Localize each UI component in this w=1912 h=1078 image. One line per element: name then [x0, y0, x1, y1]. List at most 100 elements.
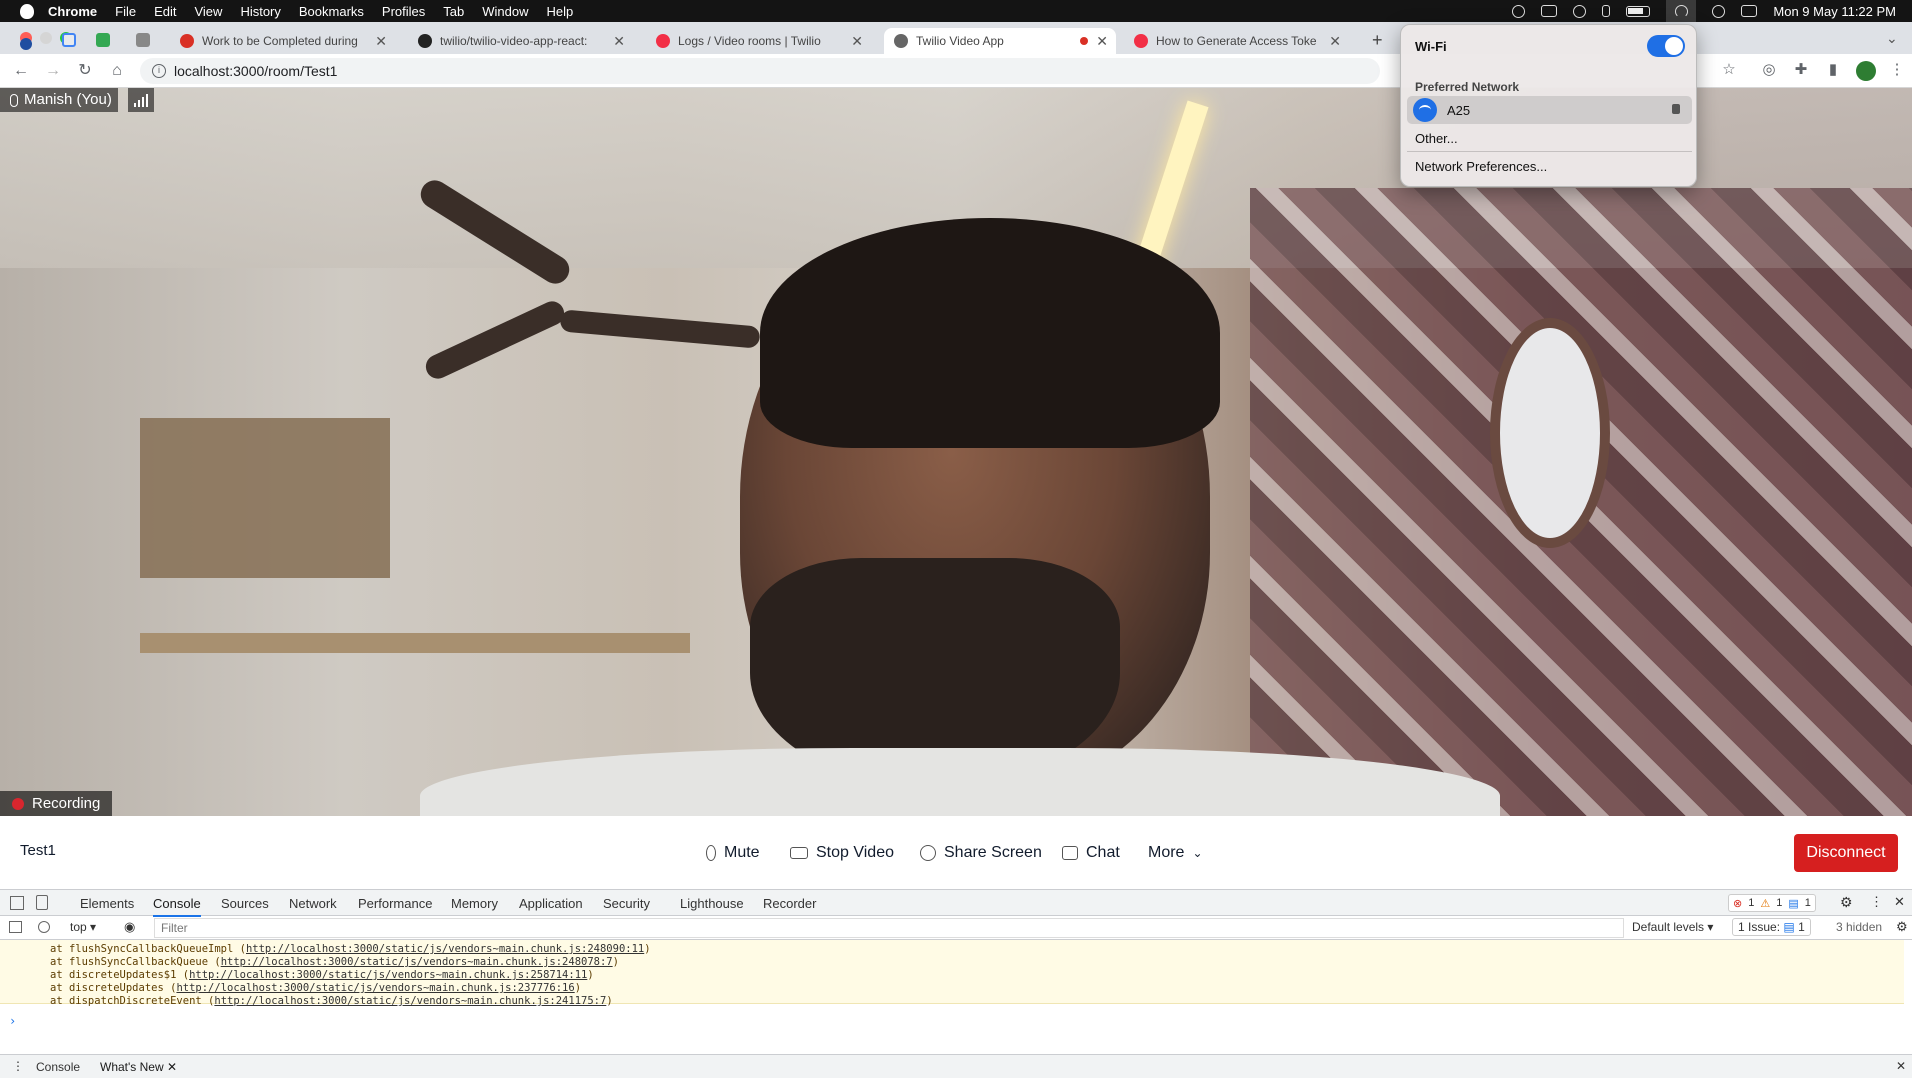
console-prompt-input[interactable]: ›	[9, 1014, 16, 1028]
network-quality-icon	[128, 88, 154, 112]
mute-button[interactable]: Mute	[706, 840, 760, 866]
devtools-tab-memory[interactable]: Memory	[451, 896, 498, 911]
vpn-icon[interactable]	[1573, 4, 1587, 18]
devtools-tab-performance[interactable]: Performance	[358, 896, 432, 911]
minimize-window-icon[interactable]	[40, 32, 52, 44]
source-link[interactable]: http://localhost:3000/static/js/vendors~…	[189, 969, 587, 981]
device-toolbar-icon[interactable]	[36, 895, 48, 910]
menu-history[interactable]: History	[240, 4, 280, 19]
menu-file[interactable]: File	[115, 4, 136, 19]
drawer-tab-console[interactable]: Console	[36, 1060, 80, 1074]
tab-close-icon[interactable]: ✕	[851, 33, 863, 50]
tab-close-icon[interactable]: ✕	[375, 33, 387, 50]
site-info-icon[interactable]: i	[152, 64, 166, 78]
apple-icon[interactable]	[20, 3, 34, 19]
clear-console-icon[interactable]	[38, 921, 50, 933]
devtools-tab-application[interactable]: Application	[519, 896, 583, 911]
chat-button[interactable]: Chat	[1062, 840, 1120, 866]
network-preferences-item[interactable]: Network Preferences...	[1415, 159, 1547, 174]
devtools-tab-sources[interactable]: Sources	[221, 896, 269, 911]
home-icon[interactable]: ⌂	[106, 60, 128, 82]
wifi-icon	[1413, 98, 1437, 122]
tab-search-icon[interactable]: ⌄	[1886, 30, 1898, 47]
console-settings-icon[interactable]: ⚙	[1896, 919, 1908, 935]
live-expression-eye-icon[interactable]: ◉	[124, 919, 135, 935]
devtools-tab-recorder[interactable]: Recorder	[763, 896, 816, 911]
battery-icon[interactable]	[1626, 5, 1651, 17]
extension-icon-1[interactable]: ◎	[1760, 61, 1778, 79]
console-sidebar-icon[interactable]	[9, 921, 22, 933]
video-background	[1490, 318, 1610, 548]
pinned-tab-icon-2[interactable]	[136, 33, 150, 47]
drawer-tab-whats-new[interactable]: What's New ✕	[100, 1060, 177, 1074]
close-icon[interactable]: ✕	[167, 1060, 177, 1074]
devtools-tab-security[interactable]: Security	[603, 896, 650, 911]
tab-close-icon[interactable]: ✕	[1096, 33, 1108, 50]
stop-video-button[interactable]: Stop Video	[790, 840, 894, 866]
devtools-menu-icon[interactable]: ⋮	[1870, 894, 1883, 910]
tab-close-icon[interactable]: ✕	[1329, 33, 1341, 50]
console-message-counts[interactable]: ⊗ 1 ⚠ 1 ▤ 1	[1728, 894, 1816, 912]
devtools-tab-network[interactable]: Network	[289, 896, 337, 911]
menu-window[interactable]: Window	[482, 4, 528, 19]
wifi-menubar-icon[interactable]	[1666, 0, 1697, 22]
network-item-a25[interactable]: A25	[1407, 96, 1692, 124]
control-center-icon[interactable]	[1741, 5, 1758, 17]
source-link[interactable]: http://localhost:3000/static/js/vendors~…	[176, 982, 574, 994]
menu-help[interactable]: Help	[547, 4, 574, 19]
console-filter-input[interactable]: Filter	[154, 918, 1624, 938]
tab-twilio-logs[interactable]: Logs / Video rooms | Twilio ✕	[646, 28, 871, 54]
menu-profiles[interactable]: Profiles	[382, 4, 425, 19]
source-link[interactable]: http://localhost:3000/static/js/vendors~…	[221, 956, 613, 968]
menu-tab[interactable]: Tab	[443, 4, 464, 19]
address-bar[interactable]: i localhost:3000/room/Test1	[140, 58, 1380, 84]
menu-bookmarks[interactable]: Bookmarks	[299, 4, 364, 19]
recording-indicator-icon	[1080, 37, 1088, 45]
bluetooth-icon[interactable]	[1602, 5, 1611, 17]
chrome-menu-icon[interactable]: ⋮	[1888, 61, 1906, 79]
globe-icon[interactable]	[1512, 4, 1526, 18]
tab-access-token[interactable]: How to Generate Access Toke ✕	[1124, 28, 1349, 54]
devtools-tab-elements[interactable]: Elements	[80, 896, 134, 911]
new-tab-icon[interactable]: +	[1372, 30, 1383, 51]
spotlight-search-icon[interactable]	[1712, 4, 1726, 18]
disconnect-button[interactable]: Disconnect	[1794, 834, 1898, 872]
tab-github[interactable]: twilio/twilio-video-app-react: ✕	[408, 28, 633, 54]
reload-icon[interactable]: ↻	[74, 60, 96, 82]
devtools-tab-lighthouse[interactable]: Lighthouse	[680, 896, 744, 911]
share-screen-button[interactable]: Share Screen	[920, 840, 1042, 866]
menubar-clock[interactable]: Mon 9 May 11:22 PM	[1773, 4, 1896, 19]
inspect-element-icon[interactable]	[10, 896, 24, 910]
source-link[interactable]: http://localhost:3000/static/js/vendors~…	[214, 995, 606, 1007]
bookmark-star-icon[interactable]: ☆	[1720, 61, 1738, 79]
extensions-puzzle-icon[interactable]: ✚	[1792, 61, 1810, 79]
drawer-close-icon[interactable]: ✕	[1896, 1059, 1906, 1073]
log-levels-dropdown[interactable]: Default levels ▾	[1632, 920, 1713, 934]
forward-icon[interactable]: →	[42, 60, 64, 82]
tab-work[interactable]: Work to be Completed during ✕	[170, 28, 395, 54]
tab-twilio-video-app[interactable]: Twilio Video App ✕	[884, 28, 1116, 54]
pinned-tab-icon[interactable]	[20, 38, 32, 50]
wifi-toggle[interactable]	[1647, 35, 1685, 57]
more-button[interactable]: More ⌄	[1148, 840, 1203, 866]
context-selector[interactable]: top ▾	[70, 920, 96, 934]
sheets-tab-icon[interactable]	[96, 33, 110, 47]
tab-title: Work to be Completed during	[202, 34, 358, 48]
other-networks-item[interactable]: Other...	[1415, 131, 1458, 146]
source-link[interactable]: http://localhost:3000/static/js/vendors~…	[246, 943, 644, 955]
drawer-menu-icon[interactable]: ⋮	[12, 1059, 24, 1073]
issues-button[interactable]: 1 Issue: ▤ 1	[1732, 918, 1811, 936]
menu-edit[interactable]: Edit	[154, 4, 176, 19]
menu-view[interactable]: View	[194, 4, 222, 19]
tab-close-icon[interactable]: ✕	[613, 33, 625, 50]
side-panel-icon[interactable]: ▮	[1824, 61, 1842, 79]
devtools-settings-icon[interactable]: ⚙	[1840, 894, 1853, 911]
cast-icon[interactable]	[1541, 5, 1558, 17]
video-background	[559, 309, 761, 349]
gmail-tab-icon[interactable]	[62, 33, 76, 47]
devtools-tab-console[interactable]: Console	[153, 896, 201, 917]
back-icon[interactable]: ←	[10, 60, 32, 82]
devtools-close-icon[interactable]: ✕	[1894, 894, 1905, 910]
profile-avatar[interactable]	[1856, 61, 1876, 81]
menu-app-chrome[interactable]: Chrome	[48, 4, 97, 19]
